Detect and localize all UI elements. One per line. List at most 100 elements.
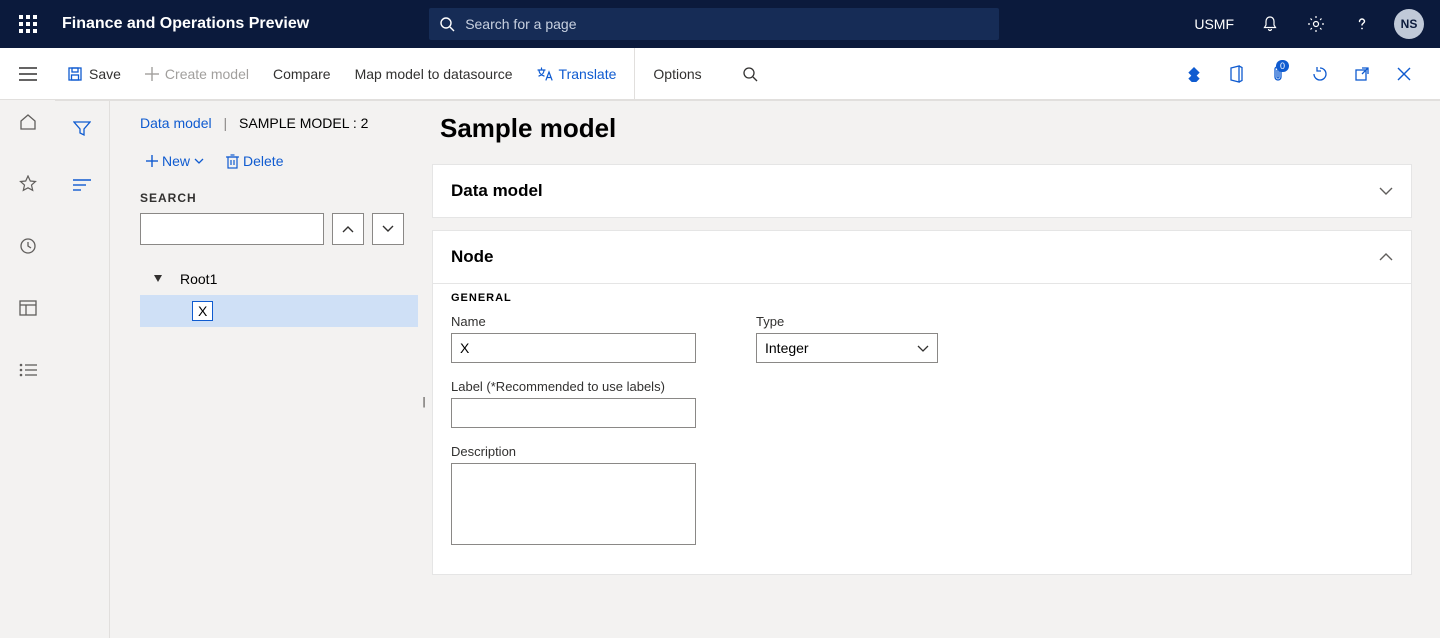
search-icon xyxy=(439,16,455,32)
translate-icon xyxy=(537,67,553,81)
global-search[interactable] xyxy=(429,8,999,40)
chevron-down-icon xyxy=(917,345,929,352)
rail-recent[interactable] xyxy=(10,228,46,264)
description-label: Description xyxy=(451,444,696,459)
compare-button[interactable]: Compare xyxy=(261,48,343,99)
options-button[interactable]: Options xyxy=(634,48,713,99)
caret-icon xyxy=(154,275,162,283)
rail-home[interactable] xyxy=(10,104,46,140)
page-side-rail xyxy=(55,101,110,638)
hamburger-icon xyxy=(19,67,37,81)
sort-button[interactable] xyxy=(64,167,100,203)
map-model-button[interactable]: Map model to datasource xyxy=(343,48,525,99)
save-icon xyxy=(67,66,83,82)
name-input[interactable] xyxy=(451,333,696,363)
name-label: Name xyxy=(451,314,696,329)
app-launcher[interactable] xyxy=(8,0,48,48)
create-model-label: Create model xyxy=(165,66,249,82)
tree-node-root[interactable]: Root1 xyxy=(140,263,418,295)
trash-icon xyxy=(226,154,239,169)
sort-icon xyxy=(73,179,91,191)
section-data-model-header[interactable]: Data model xyxy=(433,165,1411,217)
app-title: Finance and Operations Preview xyxy=(62,15,309,33)
rail-workspaces[interactable] xyxy=(10,290,46,326)
star-icon xyxy=(19,175,37,193)
filter-button[interactable] xyxy=(64,111,100,147)
type-select[interactable]: Integer xyxy=(756,333,938,363)
command-bar: Save Create model Compare Map model to d… xyxy=(0,48,1440,100)
clock-icon xyxy=(19,237,37,255)
refresh-button[interactable] xyxy=(1302,56,1338,92)
popout-button[interactable] xyxy=(1344,56,1380,92)
create-model-button: Create model xyxy=(133,48,261,99)
page-title: Sample model xyxy=(440,113,1412,144)
search-prev-button[interactable] xyxy=(332,213,364,245)
delete-button[interactable]: Delete xyxy=(220,149,289,173)
office-button[interactable] xyxy=(1218,56,1254,92)
left-nav-rail xyxy=(0,100,55,388)
workspace-icon xyxy=(19,300,37,316)
search-label: SEARCH xyxy=(140,191,418,205)
settings-button[interactable] xyxy=(1296,0,1336,48)
label-input[interactable] xyxy=(451,398,696,428)
waffle-icon xyxy=(19,15,37,33)
search-next-button[interactable] xyxy=(372,213,404,245)
plus-icon xyxy=(146,155,158,167)
new-button[interactable]: New xyxy=(140,149,210,173)
tree-node-label: Root1 xyxy=(180,271,217,287)
save-label: Save xyxy=(89,66,121,82)
bell-icon xyxy=(1261,15,1279,33)
diamond-button[interactable] xyxy=(1176,56,1212,92)
main-region: Data model | SAMPLE MODEL : 2 New Delete… xyxy=(55,100,1440,638)
attachments-badge: 0 xyxy=(1276,60,1289,72)
home-icon xyxy=(19,113,37,131)
resize-handle[interactable]: || xyxy=(422,396,424,408)
tree-panel: Data model | SAMPLE MODEL : 2 New Delete… xyxy=(110,101,418,638)
chevron-up-icon xyxy=(1379,253,1393,261)
tree-node-selected[interactable]: X xyxy=(140,295,418,327)
description-input[interactable] xyxy=(451,463,696,545)
close-icon xyxy=(1397,67,1411,81)
translate-button[interactable]: Translate xyxy=(525,48,629,99)
notifications-button[interactable] xyxy=(1250,0,1290,48)
attachments-button[interactable]: 0 xyxy=(1260,56,1296,92)
detail-panel: Sample model Data model Node GENERAL Nam… xyxy=(418,101,1440,638)
tree-search-input[interactable] xyxy=(140,213,324,245)
help-button[interactable] xyxy=(1342,0,1382,48)
user-avatar[interactable]: NS xyxy=(1394,9,1424,39)
save-button[interactable]: Save xyxy=(55,48,133,99)
toolbar-search-button[interactable] xyxy=(714,48,770,99)
office-icon xyxy=(1228,65,1244,83)
breadcrumb-current: SAMPLE MODEL : 2 xyxy=(239,115,368,131)
help-icon xyxy=(1353,15,1371,33)
chevron-down-icon xyxy=(382,225,394,233)
rail-favorites[interactable] xyxy=(10,166,46,202)
filter-icon xyxy=(73,121,91,137)
global-header: Finance and Operations Preview USMF NS xyxy=(0,0,1440,48)
label-label: Label (*Recommended to use labels) xyxy=(451,379,696,394)
global-search-input[interactable] xyxy=(465,16,989,32)
nav-toggle[interactable] xyxy=(0,48,55,99)
company-picker[interactable]: USMF xyxy=(1194,16,1234,32)
chevron-up-icon xyxy=(342,225,354,233)
list-icon xyxy=(19,363,37,377)
breadcrumb: Data model | SAMPLE MODEL : 2 xyxy=(140,115,418,131)
section-node-header[interactable]: Node xyxy=(433,231,1411,283)
chevron-down-icon xyxy=(1379,187,1393,195)
translate-label: Translate xyxy=(559,66,617,82)
popout-icon xyxy=(1354,66,1370,82)
tree-node-label: X xyxy=(192,301,213,321)
type-value: Integer xyxy=(765,340,809,356)
search-icon xyxy=(742,66,758,82)
rail-modules[interactable] xyxy=(10,352,46,388)
gear-icon xyxy=(1307,15,1325,33)
section-node: Node GENERAL Name Label (*Recommended to… xyxy=(432,230,1412,575)
general-label: GENERAL xyxy=(451,292,1393,304)
diamond-icon xyxy=(1186,66,1202,82)
refresh-icon xyxy=(1311,65,1329,83)
section-data-model: Data model xyxy=(432,164,1412,218)
close-button[interactable] xyxy=(1386,56,1422,92)
plus-icon xyxy=(145,67,159,81)
breadcrumb-root[interactable]: Data model xyxy=(140,115,212,131)
model-tree: Root1 X xyxy=(140,263,418,327)
